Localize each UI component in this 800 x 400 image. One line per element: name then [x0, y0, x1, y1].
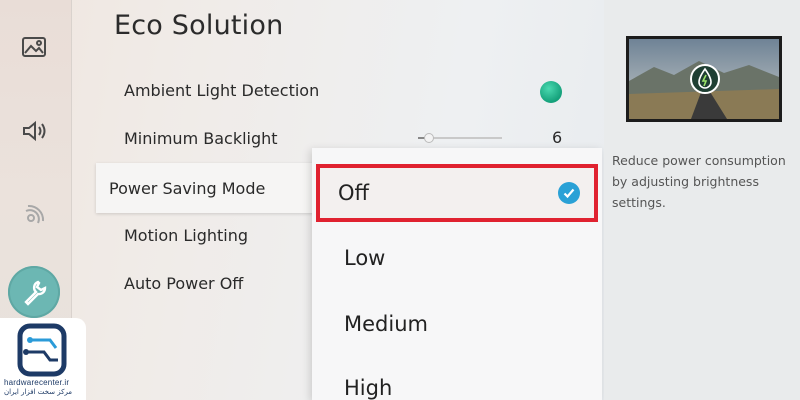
menu-item-label: Motion Lighting: [124, 225, 248, 245]
dropdown-option-high[interactable]: High: [312, 356, 602, 400]
support-wrench-icon[interactable]: [8, 266, 60, 318]
watermark-logo: hardwarecenter.ir مرکز سخت افزار ایران: [0, 318, 86, 400]
menu-item-label: Auto Power Off: [124, 273, 244, 293]
option-label: Low: [344, 246, 386, 270]
dropdown-option-medium[interactable]: Medium: [312, 292, 602, 356]
option-label: High: [344, 376, 393, 400]
dropdown-option-low[interactable]: Low: [312, 226, 602, 290]
circuit-logo-icon: [17, 323, 67, 377]
eco-preview-image: [626, 36, 782, 122]
menu-item-label: Minimum Backlight: [124, 128, 278, 148]
ambient-light-toggle[interactable]: [540, 81, 562, 103]
backlight-value: 6: [552, 128, 563, 147]
broadcast-icon[interactable]: [13, 194, 55, 236]
option-label: Medium: [344, 312, 428, 336]
watermark-tagline: مرکز سخت افزار ایران: [4, 388, 73, 396]
sound-icon[interactable]: [13, 110, 55, 152]
backlight-slider-handle[interactable]: [424, 133, 434, 143]
option-label: Off: [338, 181, 369, 205]
power-saving-mode-dropdown: Off Low Medium High: [312, 148, 602, 400]
page-title: Eco Solution: [114, 10, 284, 41]
menu-item-label: Ambient Light Detection: [124, 80, 320, 100]
info-panel: Reduce power consumption by adjusting br…: [604, 0, 800, 400]
option-description: Reduce power consumption by adjusting br…: [612, 153, 786, 210]
menu-item-ambient-light-detection[interactable]: Ambient Light Detection: [124, 70, 584, 110]
watermark-site: hardwarecenter.ir: [4, 378, 70, 387]
checkmark-icon: [558, 182, 580, 204]
dropdown-option-off[interactable]: Off: [316, 164, 598, 222]
picture-icon[interactable]: [13, 26, 55, 68]
eco-solution-menu: Eco Solution Ambient Light Detection Min…: [96, 0, 604, 400]
menu-item-label: Power Saving Mode: [109, 178, 266, 198]
menu-item-power-saving-mode[interactable]: Power Saving Mode: [96, 163, 316, 213]
